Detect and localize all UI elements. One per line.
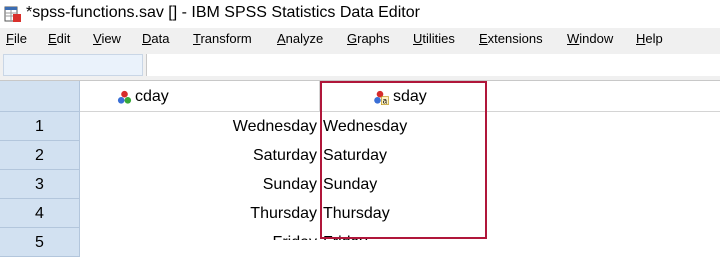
spss-app-icon [4, 6, 21, 22]
menu-analyze[interactable]: Analyze [277, 31, 323, 46]
row-header-2[interactable]: 2 [0, 141, 80, 170]
menu-utilities[interactable]: Utilities [413, 31, 455, 46]
menu-file[interactable]: File [6, 31, 27, 46]
menu-transform[interactable]: Transform [193, 31, 252, 46]
nominal-string-icon: a [374, 90, 389, 105]
column-name-sday: sday [393, 88, 427, 105]
cell-cday-4[interactable]: Thursday [80, 199, 320, 228]
window-title: *spss-functions.sav [] - IBM SPSS Statis… [26, 4, 420, 21]
row-header-1[interactable]: 1 [0, 112, 80, 141]
column-name-cday: cday [135, 88, 169, 105]
menu-extensions[interactable]: Extensions [479, 31, 543, 46]
row-header-3[interactable]: 3 [0, 170, 80, 199]
column-header-sday[interactable]: a sday [320, 81, 487, 112]
row-header-4[interactable]: 4 [0, 199, 80, 228]
menu-graphs[interactable]: Graphs [347, 31, 390, 46]
menu-data[interactable]: Data [142, 31, 169, 46]
empty-column-header [487, 81, 720, 112]
title-bar: *spss-functions.sav [] - IBM SPSS Statis… [0, 0, 720, 28]
cell-sday-5[interactable]: Friday [320, 228, 487, 240]
menu-bar: File Edit View Data Transform Analyze Gr… [0, 28, 720, 50]
cell-editor-bar [0, 50, 720, 81]
nominal-icon [117, 90, 132, 104]
cell-cday-3[interactable]: Sunday [80, 170, 320, 199]
cell-sday-3[interactable]: Sunday [320, 170, 487, 199]
cell-value-field[interactable] [146, 54, 720, 76]
cell-reference-field[interactable] [3, 54, 143, 76]
cell-cday-5[interactable]: Friday [80, 228, 320, 240]
svg-text:a: a [383, 97, 388, 105]
cell-sday-2[interactable]: Saturday [320, 141, 487, 170]
cell-cday-2[interactable]: Saturday [80, 141, 320, 170]
menu-edit[interactable]: Edit [48, 31, 70, 46]
row-header-5[interactable]: 5 [0, 228, 80, 257]
grid-corner[interactable] [0, 81, 80, 112]
menu-help[interactable]: Help [636, 31, 663, 46]
cell-sday-1[interactable]: Wednesday [320, 112, 487, 141]
cell-cday-1[interactable]: Wednesday [80, 112, 320, 141]
menu-view[interactable]: View [93, 31, 121, 46]
column-header-cday[interactable]: cday [80, 81, 320, 112]
cell-sday-4[interactable]: Thursday [320, 199, 487, 228]
menu-window[interactable]: Window [567, 31, 613, 46]
data-grid: cday a sday 1 Wednesday Wednesday 2 Satu… [0, 81, 720, 257]
